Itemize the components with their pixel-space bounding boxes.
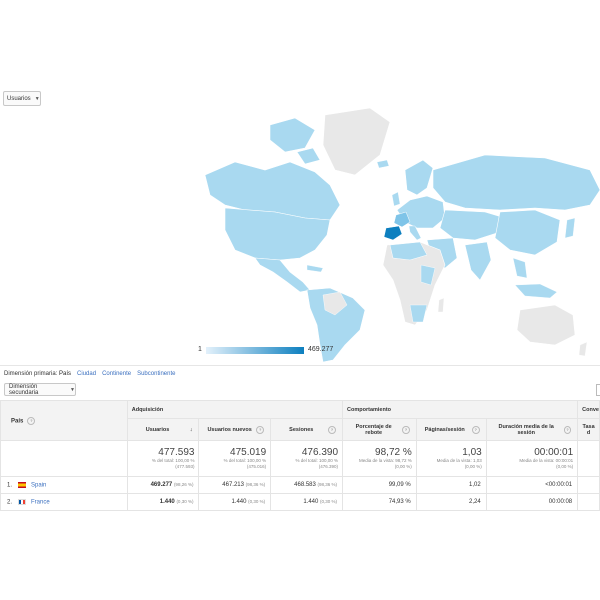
users-cell: 469.277 (98,26 %) <box>126 476 200 494</box>
help-icon[interactable]: ? <box>471 425 480 434</box>
column-header-conversion-rate[interactable]: Tasa d <box>577 418 600 441</box>
sessions-cell: 468.583 (98,36 %) <box>270 476 344 494</box>
column-header-sessions[interactable]: Sesiones? <box>270 418 344 441</box>
column-header-bounce-rate[interactable]: Porcentaje de rebote? <box>342 418 417 441</box>
total-pages-session: 1,03 Media de la vista: 1,03 (0,00 %) <box>415 440 487 477</box>
country-link[interactable]: France <box>31 499 50 505</box>
group-header-conversions: Conve <box>577 400 600 419</box>
map-legend: 1 469.277 <box>198 345 338 357</box>
help-icon[interactable]: ? <box>328 425 337 434</box>
help-icon[interactable]: ? <box>27 416 36 425</box>
map-region-russia <box>432 154 600 211</box>
total-bounce-rate: 98,72 % Media de la vista: 98,72 % (0,00 %… <box>342 440 417 477</box>
dimension-continente[interactable]: Continente <box>102 371 131 377</box>
new-users-cell: 467.213 (98,36 %) <box>198 476 272 494</box>
legend-max: 469.277 <box>308 346 334 353</box>
pages-cell: 2,24 <box>415 493 487 511</box>
table-row: 1. Spain 469.277 (98,26 %) 467.213 (98,36… <box>0 476 600 494</box>
chevron-down-icon: ▼ <box>70 386 75 393</box>
data-table: País? Adquisición Comportamiento Conve U… <box>0 400 600 511</box>
bounce-cell: 74,93 % <box>342 493 417 511</box>
map-region-australia <box>516 304 576 346</box>
column-header-avg-duration[interactable]: Duración media de la sesión? <box>485 418 579 441</box>
primary-dimension-bar: Dimensión primaria: País Ciudad Continen… <box>4 371 175 377</box>
column-header-new-users[interactable]: Usuarios nuevos? <box>198 418 272 441</box>
country-cell: 1. Spain <box>0 476 128 494</box>
map-region-mexico <box>254 257 311 293</box>
total-new-users: 475.019% del total: 100,00 % (475.016) <box>198 440 272 477</box>
map-region-spain <box>383 225 403 241</box>
pages-cell: 1,02 <box>415 476 487 494</box>
dimension-subcontinente[interactable]: Subcontinente <box>137 371 175 377</box>
help-icon[interactable]: ? <box>402 425 410 434</box>
chevron-down-icon: ▼ <box>34 95 40 102</box>
duration-cell: <00:00:01 <box>485 476 579 494</box>
bounce-cell: 99,09 % <box>342 476 417 494</box>
new-users-cell: 1.440 (0,30 %) <box>198 493 272 511</box>
sort-desc-icon: ↓ <box>189 426 193 433</box>
help-icon[interactable]: ? <box>256 425 265 434</box>
duration-cell: 00:00:08 <box>485 493 579 511</box>
column-header-pages-session[interactable]: Páginas/sesión? <box>415 418 487 441</box>
map-region-china <box>494 209 561 256</box>
metric-dropdown-value: Usuarios <box>7 95 31 102</box>
totals-row: 477.593% del total: 100,00 % (477.593) 47… <box>0 440 600 477</box>
map-region-india <box>464 241 492 281</box>
world-map[interactable] <box>195 100 600 365</box>
users-cell: 1.440 (0,30 %) <box>126 493 200 511</box>
dimension-ciudad[interactable]: Ciudad <box>77 371 96 377</box>
map-region-arctic-islands <box>269 117 321 165</box>
dimension-pais[interactable]: País <box>59 371 71 377</box>
secondary-dimension-label: Dimensión secundaria <box>9 383 39 396</box>
column-header-users[interactable]: Usuarios ↓ <box>126 418 200 441</box>
metric-dropdown[interactable]: Usuarios ▼ <box>3 91 41 106</box>
total-avg-duration: 00:00:01 Media de la vista: 00:00:01 (0,00… <box>485 440 579 477</box>
map-region-scandinavia <box>404 159 434 196</box>
legend-gradient <box>206 347 304 354</box>
primary-dimension-label: Dimensión primaria: País <box>4 371 72 377</box>
country-cell: 2. France <box>0 493 128 511</box>
legend-min: 1 <box>198 346 202 353</box>
sessions-cell: 1.440 (0,30 %) <box>270 493 344 511</box>
total-users: 477.593% del total: 100,00 % (477.593) <box>126 440 200 477</box>
table-row: 2. France 1.440 (0,30 %) 1.440 (0,30 %) 1… <box>0 493 600 511</box>
divider <box>0 365 600 366</box>
france-flag-icon <box>18 498 27 505</box>
total-sessions: 476.390% del total: 100,00 % (476.390) <box>270 440 344 477</box>
table-view-toggle[interactable] <box>596 384 600 396</box>
secondary-dimension-dropdown[interactable]: Dimensión secundaria ▼ <box>4 383 76 396</box>
help-icon[interactable]: ? <box>563 425 572 434</box>
group-header-behavior: Comportamiento <box>342 400 579 419</box>
spain-flag-icon <box>18 481 27 488</box>
column-header-country[interactable]: País? <box>0 400 128 441</box>
country-link[interactable]: Spain <box>31 482 46 488</box>
group-header-acquisition: Adquisición <box>126 400 344 419</box>
